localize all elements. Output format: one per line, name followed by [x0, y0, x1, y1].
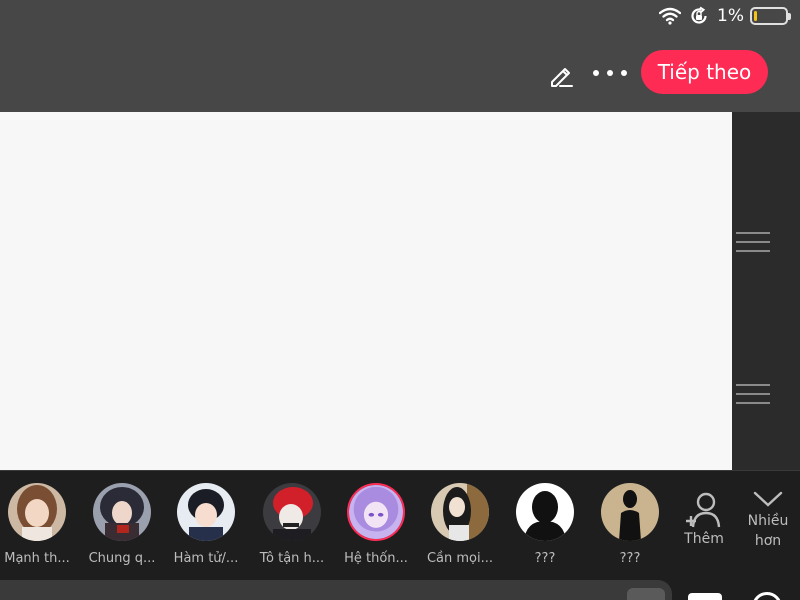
- character-strip: Mạnh th... Chung q... Hàm tử/... Tô tận …: [0, 470, 800, 580]
- more-button-label: Nhiều hơn: [747, 513, 789, 549]
- bottom-bar: [0, 580, 800, 600]
- character-item[interactable]: Hàm tử/...: [164, 483, 248, 566]
- character-name: Chung q...: [88, 551, 156, 566]
- message-input[interactable]: [0, 580, 672, 600]
- character-name: Cần mọi...: [426, 551, 494, 566]
- battery-icon: [750, 7, 791, 25]
- battery-level-fill: [754, 11, 757, 21]
- more-characters-button[interactable]: Nhiều hơn: [742, 489, 794, 551]
- circle-action-icon[interactable]: [752, 592, 782, 600]
- keyboard-icon[interactable]: [688, 593, 722, 600]
- character-item[interactable]: ???: [503, 483, 587, 566]
- red-hair-avatar: [263, 483, 321, 541]
- add-character-button[interactable]: Thêm: [676, 491, 732, 549]
- chevron-down-icon: [753, 491, 783, 507]
- edit-pencil-icon[interactable]: [548, 62, 574, 88]
- input-action-icon[interactable]: [627, 588, 665, 600]
- drag-handle[interactable]: [736, 232, 770, 252]
- character-item[interactable]: Mạnh th...: [0, 483, 79, 566]
- character-item[interactable]: Cần mọi...: [418, 483, 502, 566]
- add-button-label: Thêm: [684, 531, 724, 547]
- brown-hair-woman-avatar: [8, 483, 66, 541]
- right-side-panel: [732, 112, 800, 470]
- drag-handle[interactable]: [736, 384, 770, 404]
- battery-percent: 1%: [717, 6, 744, 26]
- add-person-icon: [686, 492, 721, 528]
- character-name: Tô tận h...: [259, 551, 325, 566]
- character-name: ???: [619, 551, 641, 566]
- character-item[interactable]: Tô tận h...: [250, 483, 334, 566]
- wifi-icon: [659, 7, 682, 25]
- editor-canvas[interactable]: [0, 112, 732, 470]
- character-item[interactable]: Hệ thốn...: [334, 483, 418, 566]
- purple-hair-avatar: [347, 483, 405, 541]
- rotation-lock-icon: [689, 6, 709, 26]
- next-button[interactable]: Tiếp theo: [641, 50, 768, 94]
- character-name: Hàm tử/...: [173, 551, 239, 566]
- character-name: Mạnh th...: [4, 551, 70, 566]
- silhouette-avatar: [516, 483, 574, 541]
- status-bar: 1%: [0, 0, 800, 32]
- black-hair-boy-avatar: [177, 483, 235, 541]
- more-options-icon[interactable]: [593, 66, 627, 80]
- character-item[interactable]: Chung q...: [80, 483, 164, 566]
- black-hair-girl-avatar: [431, 483, 489, 541]
- dark-hair-woman-avatar: [93, 483, 151, 541]
- character-item[interactable]: ???: [588, 483, 672, 566]
- character-name: Hệ thốn...: [344, 551, 408, 566]
- silhouette-avatar: [601, 483, 659, 541]
- character-name: ???: [534, 551, 556, 566]
